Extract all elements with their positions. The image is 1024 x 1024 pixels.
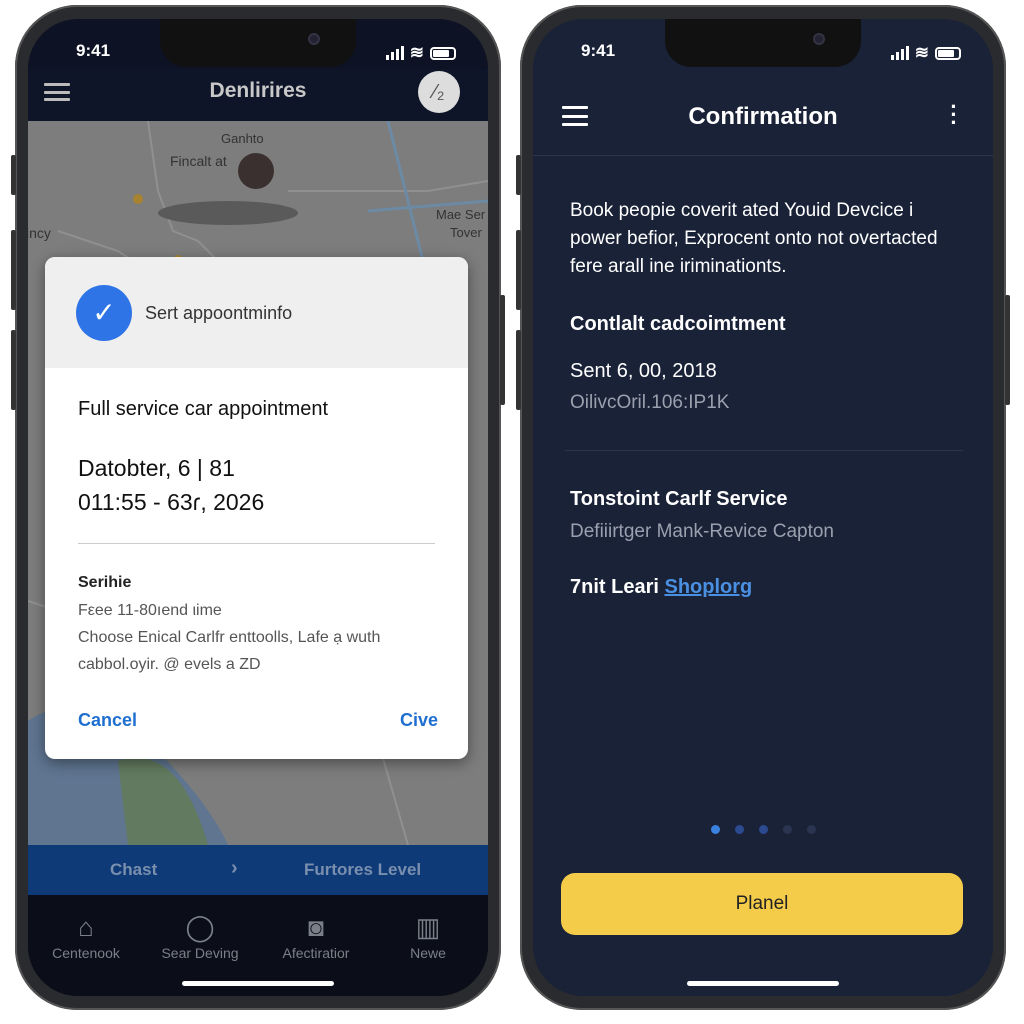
divider [78, 543, 435, 544]
battery-icon [935, 46, 961, 60]
tab-sear-deving[interactable]: ◯ Sear Deving [145, 909, 255, 961]
shop-link[interactable]: Shoplorg [664, 576, 752, 598]
intro-text: Book peopie coverit ated Youid Devcice i… [570, 200, 938, 277]
breadcrumb-item[interactable]: Chast [110, 860, 157, 880]
service-title: Tonstoint Carlf Service [570, 488, 788, 510]
home-icon: ⌂ [78, 912, 94, 942]
wifi-icon: ≋ [409, 43, 424, 62]
appointment-time: 011:55 - 63ɾ, 2026 [78, 489, 265, 515]
appointment-dialog: ✓ Sert appoontminfo Full service car app… [45, 257, 468, 759]
cancel-button[interactable]: Cancel [78, 710, 137, 731]
map-label: Ganhto [221, 131, 264, 146]
breadcrumb: Chast › Furtores Level [28, 845, 488, 895]
section-label: Serihie [78, 574, 132, 591]
map-label: incy [28, 225, 51, 241]
right-phone: 9:41 ≋ Confirmation · · · Book peopie cove… [516, 5, 1010, 1010]
page-indicator [533, 825, 993, 834]
dialog-header-text: Sert appoontminfo [145, 303, 293, 323]
status-bar: 9:41 ≋ [28, 41, 488, 65]
check-icon: ✓ [76, 285, 132, 341]
page-dot[interactable] [710, 825, 720, 834]
map-label: Fincalt at [170, 153, 227, 169]
home-indicator [687, 981, 839, 986]
tab-afectiratior[interactable]: ◙ Afectiratior [261, 909, 371, 961]
map-label: Tover [450, 225, 482, 240]
link-prefix: 7nit Leari [570, 576, 659, 598]
map-label: Mae Ser [436, 207, 486, 222]
status-bar: 9:41 ≋ [533, 41, 993, 65]
profile-icon: ◯ [185, 912, 215, 942]
section-line: cabbol.oyir. @ evels a ZD [78, 656, 261, 673]
camera-icon: ◙ [308, 912, 324, 942]
breadcrumb-item[interactable]: Furtores Level [304, 860, 421, 880]
page-dot[interactable] [806, 825, 816, 834]
section-title: Contlalt cadcoimtment [570, 313, 786, 335]
service-subtitle: Defiiirtger Mank-Revice Capton [570, 521, 834, 542]
battery-icon [430, 46, 456, 60]
page-dot[interactable] [734, 825, 744, 834]
section-line: Choose Enical Carlfr enttoolls, Lafe ạ w… [78, 629, 381, 646]
divider [565, 450, 963, 451]
appointment-date: Datobter, 6 | 81 [78, 455, 235, 481]
signal-icon [890, 46, 909, 60]
left-phone: 9:41 ≋ Denlirires ⁄₂ Ganhto Fincalt at M… [11, 5, 505, 1010]
tab-centenook[interactable]: ⌂ Centenook [31, 909, 141, 961]
avatar[interactable]: ⁄₂ [418, 71, 460, 113]
tab-bar: ⌂ Centenook ◯ Sear Deving ◙ Afectiratior ▥ N… [28, 895, 488, 996]
status-time: 9:41 [76, 41, 111, 60]
chevron-right-icon: › [231, 857, 238, 879]
home-indicator [182, 981, 334, 986]
dialog-title: Full service car appointment [78, 398, 329, 420]
sent-date: Sent 6, 00, 2018 [570, 360, 717, 382]
confirmation-code: OilivcOril.106:IP1K [570, 392, 730, 413]
primary-button[interactable]: Planel [561, 873, 963, 935]
status-time: 9:41 [581, 41, 616, 60]
section-line: Fεee 11-80ıend ιime [78, 602, 222, 619]
tab-newe[interactable]: ▥ Newe [373, 909, 483, 961]
confirm-button[interactable]: Cive [400, 710, 438, 731]
page-dot[interactable] [758, 825, 768, 834]
wifi-icon: ≋ [914, 43, 929, 62]
panel-icon: ▥ [415, 912, 441, 942]
divider [533, 155, 993, 156]
page-title: Confirmation [688, 103, 838, 130]
more-options-icon[interactable]: · · · [949, 96, 959, 134]
signal-icon [385, 46, 404, 60]
page-dot[interactable] [782, 825, 792, 834]
